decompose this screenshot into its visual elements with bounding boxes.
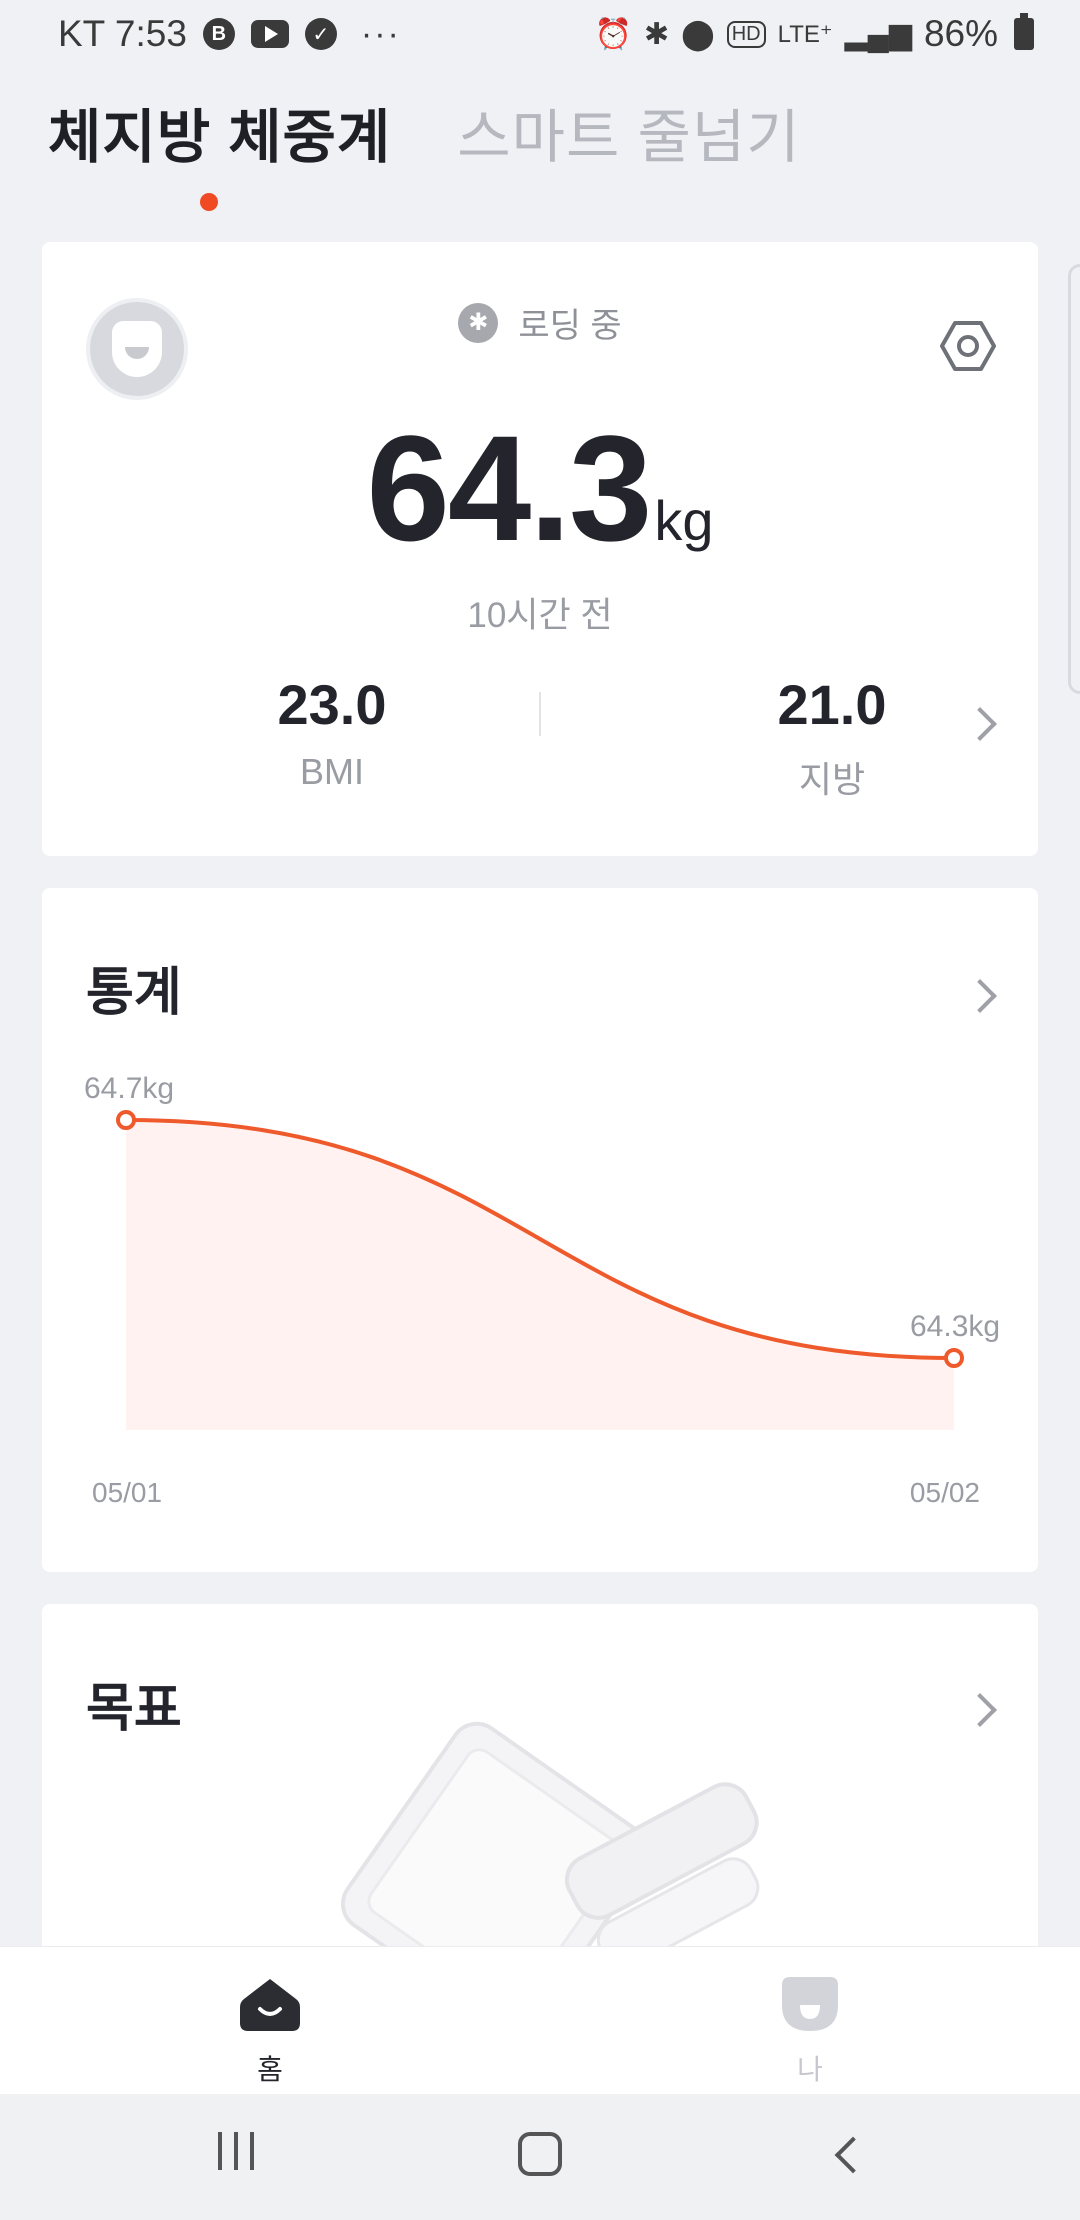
bmi-label: BMI bbox=[299, 751, 364, 792]
bmi-value: 23.0 bbox=[277, 673, 387, 736]
weight-trend-chart: 64.7kg 05/01 64.3kg 05/02 bbox=[84, 1072, 1000, 1508]
weight-unit: kg bbox=[654, 489, 714, 552]
bottom-navigation: 홈 나 bbox=[0, 1946, 1080, 2094]
hd-icon: HD bbox=[726, 20, 766, 48]
location-icon: ⬤ bbox=[681, 17, 715, 51]
more-notifications-icon: ··· bbox=[360, 14, 401, 53]
back-button[interactable] bbox=[834, 2136, 872, 2174]
battery-percent: 86% bbox=[923, 13, 998, 54]
youtube-icon bbox=[250, 20, 289, 48]
nav-home[interactable]: 홈 bbox=[210, 1975, 330, 2088]
nav-me[interactable]: 나 bbox=[750, 1975, 870, 2088]
tab-smart-jump-rope[interactable]: 스마트 줄넘기 bbox=[457, 90, 800, 174]
bluetooth-icon: ✱ bbox=[458, 302, 499, 343]
b-icon: B bbox=[202, 18, 235, 50]
battery-icon bbox=[1014, 13, 1034, 50]
nav-me-label: 나 bbox=[797, 2054, 823, 2085]
connection-status: ✱ 로딩 중 bbox=[42, 298, 1038, 347]
carrier-time: KT 7:53 bbox=[58, 13, 187, 54]
check-icon: ✓ bbox=[304, 18, 337, 50]
chevron-right-icon[interactable] bbox=[963, 1693, 997, 1727]
chart-data-label: 64.7kg bbox=[84, 1072, 174, 1105]
home-button[interactable] bbox=[518, 2132, 562, 2176]
fat-metric: 21.0 지방 bbox=[682, 672, 982, 803]
weight-value: 64.3 bbox=[366, 404, 652, 572]
settings-icon[interactable] bbox=[940, 318, 996, 374]
measurement-time: 10시간 전 bbox=[467, 596, 613, 635]
chart-data-point bbox=[944, 1348, 964, 1368]
metric-divider bbox=[539, 692, 541, 736]
side-panel-handle[interactable] bbox=[1068, 264, 1080, 694]
recent-apps-button[interactable] bbox=[218, 2132, 254, 2170]
connection-status-label: 로딩 중 bbox=[518, 307, 622, 345]
chart-area-fill bbox=[126, 1120, 954, 1430]
screen: KT 7:53 B ✓ ··· ⏰ ✱ ⬤ HD LTE⁺ ▂▄▆ 86% 체지… bbox=[0, 0, 1080, 2220]
alarm-icon: ⏰ bbox=[594, 17, 633, 51]
tab-body-fat-scale[interactable]: 체지방 체중계 bbox=[48, 90, 391, 174]
chart-x-tick-label: 05/01 bbox=[92, 1477, 162, 1508]
statistics-card[interactable]: 통계 64.7kg 05/01 64.3kg 05/02 bbox=[42, 888, 1038, 1572]
weight-display: 64.3kg bbox=[42, 402, 1038, 575]
status-bar: KT 7:53 B ✓ ··· ⏰ ✱ ⬤ HD LTE⁺ ▂▄▆ 86% bbox=[0, 0, 1080, 68]
chart-data-label: 64.3kg bbox=[910, 1310, 1000, 1343]
weight-summary-card[interactable]: ✱ 로딩 중 64.3kg 10시간 전 23.0 BMI 21.0 지방 bbox=[42, 242, 1038, 856]
device-tabs: 체지방 체중계 스마트 줄넘기 bbox=[48, 90, 801, 174]
bluetooth-icon: ✱ bbox=[644, 17, 670, 51]
lte-icon: LTE⁺ bbox=[777, 20, 833, 48]
system-navigation-bar bbox=[0, 2094, 1080, 2220]
chart-x-tick-label: 05/02 bbox=[910, 1477, 980, 1508]
chart-data-point bbox=[116, 1110, 136, 1130]
signal-icon: ▂▄▆ bbox=[844, 17, 912, 51]
profile-icon bbox=[782, 1977, 838, 2031]
fat-label: 지방 bbox=[798, 759, 866, 800]
fat-value: 21.0 bbox=[777, 673, 887, 736]
active-tab-indicator bbox=[200, 193, 218, 211]
goal-title: 목표 bbox=[86, 1680, 182, 1738]
nav-home-label: 홈 bbox=[257, 2054, 283, 2085]
home-icon bbox=[240, 1979, 300, 2031]
bmi-metric: 23.0 BMI bbox=[182, 672, 482, 793]
